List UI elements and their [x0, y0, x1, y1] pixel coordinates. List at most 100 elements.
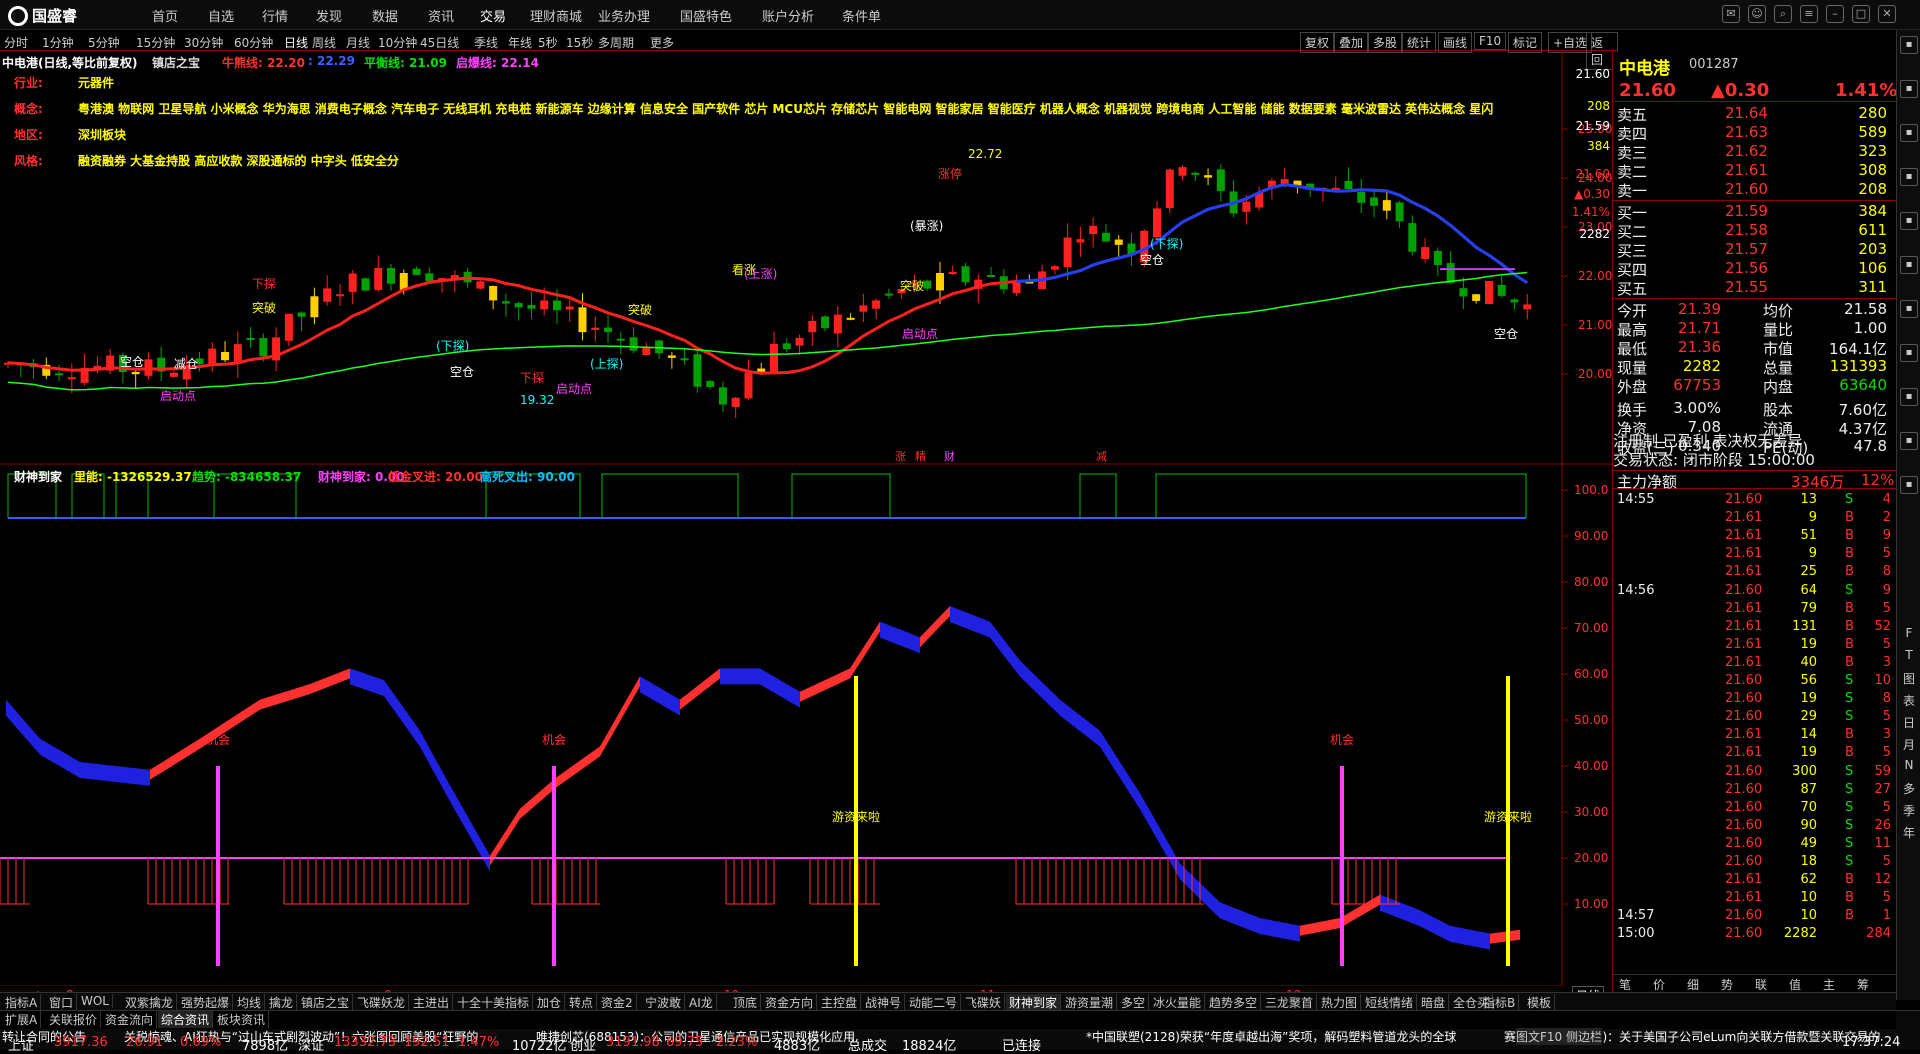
quote-tab-7[interactable]: 筹	[1857, 976, 1869, 993]
indicator-tab-8[interactable]: 飞碟妖龙	[354, 994, 410, 1011]
indicator-tab-22[interactable]: 财神到家	[1006, 994, 1062, 1011]
maximize-icon[interactable]: □	[1852, 5, 1870, 23]
indicator-tab-26[interactable]: 趋势多空	[1206, 994, 1262, 1011]
link-icon[interactable]: ▪	[1900, 344, 1918, 362]
indicator-tab-3[interactable]: 双紫擒龙	[122, 994, 178, 1011]
period-12[interactable]: 年线	[508, 34, 532, 51]
indicator-tab-2[interactable]: WOL	[78, 994, 113, 1008]
indicator-tab-1[interactable]: 窗口	[46, 994, 78, 1011]
menu-item-8[interactable]: 业务办理	[598, 6, 650, 25]
menu-item-7[interactable]: 理财商城	[530, 6, 582, 25]
period-14[interactable]: 15秒	[566, 34, 593, 51]
menu-item-5[interactable]: 资讯	[428, 6, 454, 25]
side-tab-4[interactable]: 日	[1900, 714, 1918, 731]
side-tab-1[interactable]: T	[1900, 648, 1918, 662]
period-9[interactable]: 10分钟	[378, 34, 417, 51]
search-icon[interactable]: ⌕	[1774, 5, 1792, 23]
indicator-tab-16[interactable]: 顶底	[730, 994, 762, 1011]
quote-tab-0[interactable]: 笔	[1619, 976, 1631, 993]
period-15[interactable]: 多周期	[598, 34, 634, 51]
menu-item-6[interactable]: 交易	[480, 6, 506, 25]
indicator-tab-32[interactable]: 指标B	[1480, 994, 1520, 1011]
toolbar-5[interactable]: F10	[1474, 32, 1507, 50]
toolbar-0[interactable]: 复权	[1300, 32, 1335, 53]
period-10[interactable]: 45日线	[420, 34, 459, 51]
period-5[interactable]: 60分钟	[234, 34, 273, 51]
quote-tab-3[interactable]: 势	[1721, 976, 1733, 993]
side-tab-8[interactable]: 季	[1900, 802, 1918, 819]
indicator-tab-17[interactable]: 资金方向	[762, 994, 818, 1011]
period-2[interactable]: 5分钟	[88, 34, 120, 51]
indicator-tab-33[interactable]: 模板	[1524, 994, 1556, 1011]
side-tab-7[interactable]: 多	[1900, 780, 1918, 797]
quote-tab-5[interactable]: 值	[1789, 976, 1801, 993]
indicator-tab-27[interactable]: 三龙聚首	[1262, 994, 1318, 1011]
indicator-tab-19[interactable]: 战神号	[862, 994, 906, 1011]
indicator-tab-29[interactable]: 短线情绪	[1362, 994, 1418, 1011]
side-tab-3[interactable]: 表	[1900, 692, 1918, 709]
indicator-tab-30[interactable]: 暗盘	[1418, 994, 1450, 1011]
side-tab-0[interactable]: F	[1900, 626, 1918, 640]
indicator-tab-14[interactable]: 宁波敢	[642, 994, 686, 1011]
period-6[interactable]: 日线	[284, 34, 308, 51]
grid-icon[interactable]: ▪	[1900, 124, 1918, 142]
message-icon[interactable]: ✉	[1722, 5, 1740, 23]
bell-icon[interactable]: ▪	[1900, 168, 1918, 186]
indicator-tab-6[interactable]: 擒龙	[266, 994, 298, 1011]
indicator-tab-12[interactable]: 转点	[566, 994, 598, 1011]
indicator-chart[interactable]: 100.0 90.00 80.00 70.00 60.00 50.00 40.00 30.00…	[0, 466, 1618, 986]
period-16[interactable]: 更多	[650, 34, 674, 51]
settings-icon[interactable]: ▪	[1900, 212, 1918, 230]
minimize-icon[interactable]: –	[1826, 5, 1844, 23]
indicator-name[interactable]: 镇店之宝	[152, 54, 200, 71]
app-logo[interactable]: 国盛睿	[8, 5, 77, 26]
menu-item-2[interactable]: 行情	[262, 6, 288, 25]
toolbar-4[interactable]: 画线	[1438, 32, 1473, 53]
chat-icon[interactable]: ☺	[1748, 5, 1766, 23]
indicator-tab-28[interactable]: 热力图	[1318, 994, 1362, 1011]
indicator-tab-11[interactable]: 加仓	[534, 994, 566, 1011]
indicator-tab-20[interactable]: 动能二号	[906, 994, 962, 1011]
toolbar-6[interactable]: 标记	[1508, 32, 1543, 53]
plus-icon[interactable]: ▪	[1900, 476, 1918, 494]
menu-item-10[interactable]: 账户分析	[762, 6, 814, 25]
indicator-tab-5[interactable]: 均线	[234, 994, 266, 1011]
menu-item-1[interactable]: 自选	[208, 6, 234, 25]
indicator-tab-10[interactable]: 十全十美指标	[454, 994, 534, 1011]
period-4[interactable]: 30分钟	[184, 34, 223, 51]
period-13[interactable]: 5秒	[538, 34, 558, 51]
indicator-tab-13[interactable]: 资金2	[598, 994, 637, 1011]
menu-item-11[interactable]: 条件单	[842, 6, 881, 25]
close-icon[interactable]: ✕	[1878, 5, 1896, 23]
indicator-tab-9[interactable]: 主进出	[410, 994, 454, 1011]
quote-tab-2[interactable]: 细	[1687, 976, 1699, 993]
indicator-tab-7[interactable]: 镇店之宝	[298, 994, 354, 1011]
toolbar-3[interactable]: 统计	[1402, 32, 1437, 53]
menu-icon[interactable]: ≡	[1800, 5, 1818, 23]
period-0[interactable]: 分时	[4, 34, 28, 51]
quote-tab-6[interactable]: 主	[1823, 976, 1835, 993]
sub-title[interactable]: 财神到家	[14, 468, 62, 485]
indicator-tab-18[interactable]: 主控盘	[818, 994, 862, 1011]
period-1[interactable]: 1分钟	[42, 34, 74, 51]
side-tab-2[interactable]: 图	[1900, 670, 1918, 687]
indicator-tab-23[interactable]: 游资量潮	[1062, 994, 1118, 1011]
indicator-tab-25[interactable]: 冰火量能	[1150, 994, 1206, 1011]
toolbar-2[interactable]: 多股	[1368, 32, 1403, 53]
indicator-tab-0[interactable]: 指标A	[2, 994, 42, 1011]
menu-item-0[interactable]: 首页	[152, 6, 178, 25]
rss-icon[interactable]: ▪	[1900, 300, 1918, 318]
quote-tab-4[interactable]: 联	[1755, 976, 1767, 993]
toolbar-1[interactable]: 叠加	[1334, 32, 1369, 53]
indicator-tab-15[interactable]: AI龙	[686, 994, 717, 1011]
menu-item-9[interactable]: 国盛特色	[680, 6, 732, 25]
period-8[interactable]: 月线	[346, 34, 370, 51]
star-icon[interactable]: ▪	[1900, 256, 1918, 274]
chart-icon[interactable]: ▪	[1900, 36, 1918, 54]
indicator-tab-4[interactable]: 强势起爆	[178, 994, 234, 1011]
period-3[interactable]: 15分钟	[136, 34, 175, 51]
indicator-tab-21[interactable]: 飞碟妖	[962, 994, 1006, 1011]
period-7[interactable]: 周线	[312, 34, 336, 51]
menu-item-4[interactable]: 数据	[372, 6, 398, 25]
quote-tab-1[interactable]: 价	[1653, 976, 1665, 993]
